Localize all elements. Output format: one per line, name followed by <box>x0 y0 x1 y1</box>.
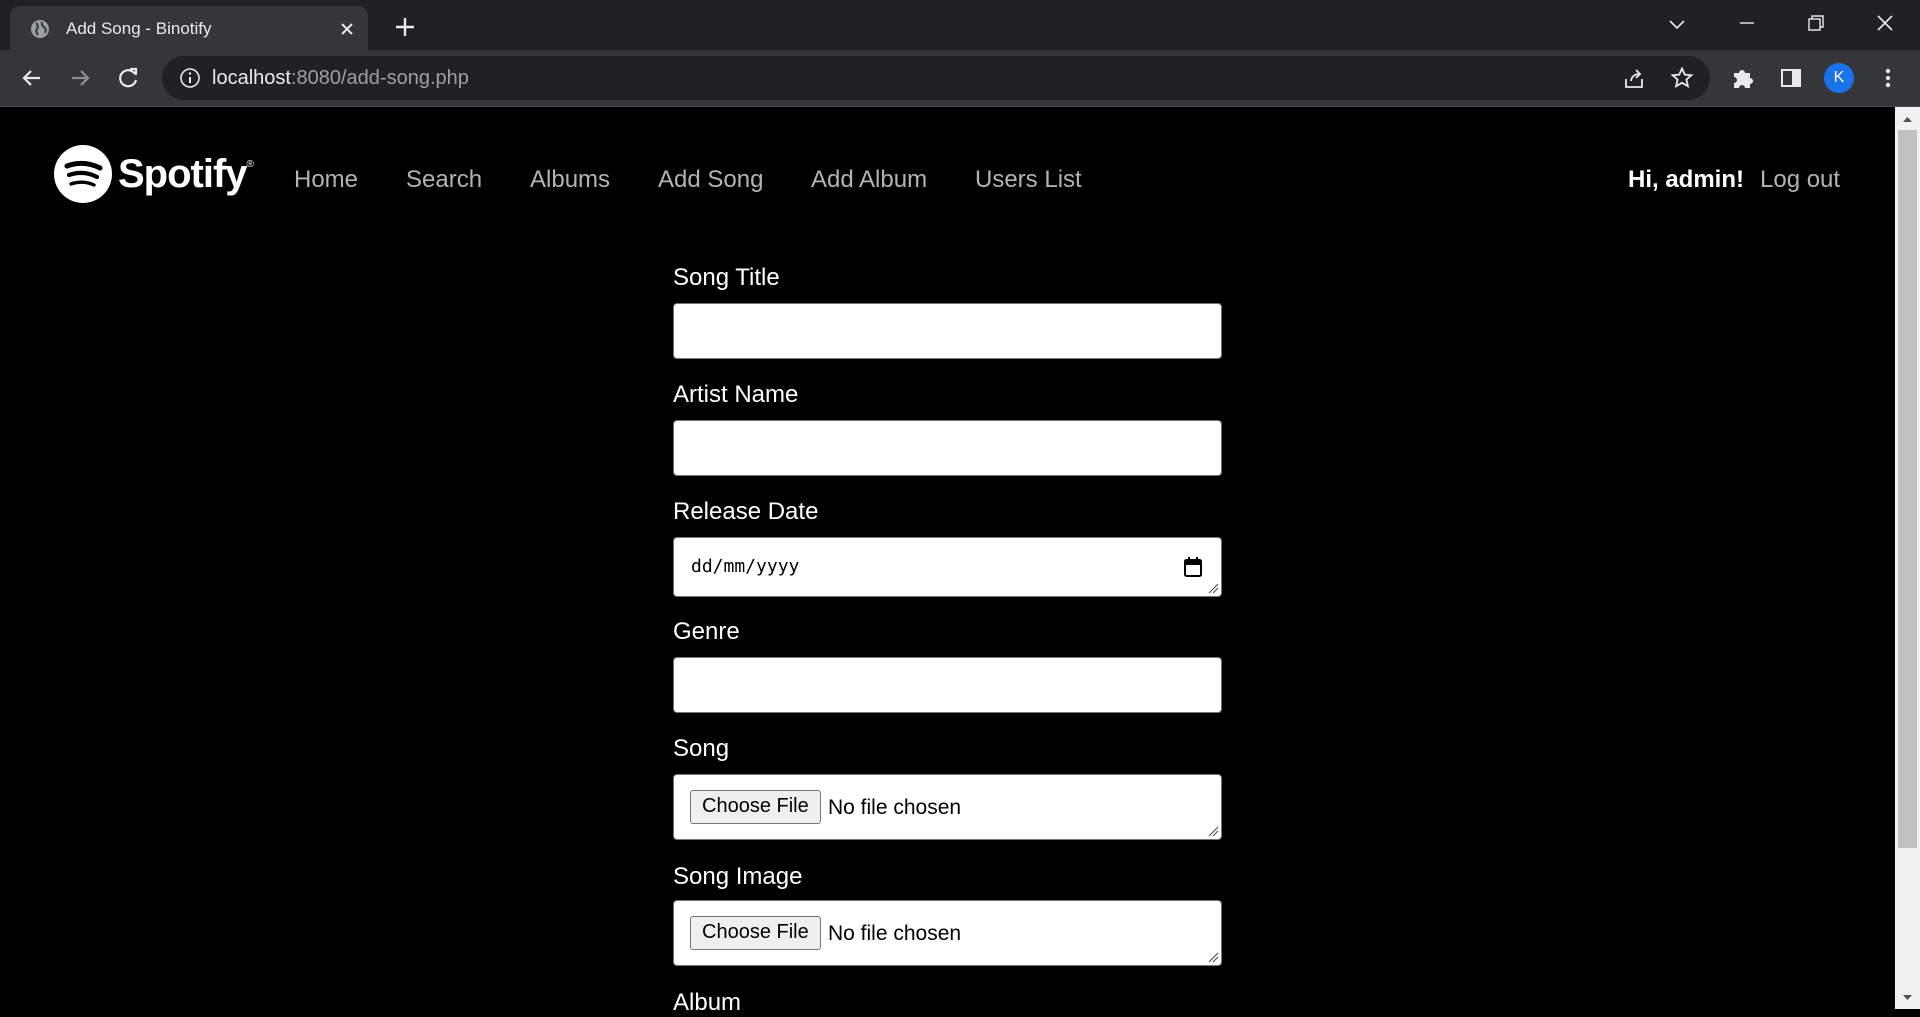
chevron-down-icon[interactable] <box>1660 10 1694 40</box>
logo-text: Spotify <box>118 151 248 196</box>
arrow-left-icon[interactable] <box>18 64 46 92</box>
song-label: Song <box>673 735 730 762</box>
address-bar[interactable]: localhost:8080/add-song.php <box>162 56 1710 100</box>
nav-search[interactable]: Search <box>406 166 482 194</box>
side-panel-icon[interactable] <box>1777 64 1805 92</box>
page-content: Spotify ® Home Search Albums Add Song Ad… <box>0 107 1895 1016</box>
calendar-icon[interactable] <box>1183 556 1203 578</box>
scroll-up-icon[interactable] <box>1900 112 1915 127</box>
globe-icon <box>31 20 49 38</box>
file-status: No file chosen <box>828 922 962 945</box>
nav-home[interactable]: Home <box>294 166 358 194</box>
profile-avatar[interactable]: K <box>1824 63 1854 93</box>
scrollbar-thumb[interactable] <box>1898 130 1917 848</box>
song-title-label: Song Title <box>673 264 780 291</box>
album-label: Album <box>673 989 742 1016</box>
resize-handle-icon[interactable] <box>1207 825 1219 837</box>
artist-name-input[interactable] <box>673 420 1222 476</box>
song-file-input[interactable]: Choose File No file chosen <box>673 774 1222 840</box>
reload-icon[interactable] <box>114 64 142 92</box>
info-icon[interactable] <box>179 67 201 89</box>
spotify-icon <box>54 145 112 203</box>
artist-name-label: Artist Name <box>673 381 799 408</box>
star-icon[interactable] <box>1670 66 1694 90</box>
kebab-menu-icon[interactable] <box>1874 64 1902 92</box>
logo-registered-mark: ® <box>246 159 254 170</box>
nav-add-album[interactable]: Add Album <box>811 166 927 194</box>
user-greeting: Hi, admin! <box>1628 166 1745 193</box>
close-window-icon[interactable] <box>1868 10 1902 40</box>
scroll-down-icon[interactable] <box>1900 990 1915 1005</box>
choose-file-button[interactable]: Choose File <box>690 790 821 824</box>
restore-icon[interactable] <box>1798 10 1832 40</box>
nav-add-song[interactable]: Add Song <box>658 166 763 194</box>
url-text: localhost:8080/add-song.php <box>212 67 469 90</box>
arrow-right-icon[interactable] <box>66 64 94 92</box>
plus-icon[interactable] <box>392 14 418 40</box>
file-status: No file chosen <box>828 796 962 819</box>
spotify-logo[interactable]: Spotify ® <box>54 145 254 203</box>
share-icon[interactable] <box>1622 66 1646 90</box>
browser-tab[interactable]: Add Song - Binotify <box>10 6 368 50</box>
song-image-label: Song Image <box>673 863 803 890</box>
release-date-label: Release Date <box>673 498 819 525</box>
tab-strip: Add Song - Binotify <box>0 0 1920 50</box>
tab-title: Add Song - Binotify <box>66 19 212 38</box>
logout-link[interactable]: Log out <box>1760 166 1840 194</box>
song-image-file-input[interactable]: Choose File No file chosen <box>673 900 1222 966</box>
close-icon[interactable] <box>336 18 358 40</box>
genre-label: Genre <box>673 618 740 645</box>
url-host: localhost <box>212 67 291 89</box>
nav-albums[interactable]: Albums <box>530 166 610 194</box>
puzzle-icon[interactable] <box>1729 64 1757 92</box>
genre-input[interactable] <box>673 657 1222 713</box>
release-date-input[interactable]: dd/mm/yyyy <box>673 537 1222 597</box>
nav-users-list[interactable]: Users List <box>975 166 1082 194</box>
choose-file-button[interactable]: Choose File <box>690 916 821 950</box>
resize-handle-icon[interactable] <box>1207 582 1219 594</box>
browser-toolbar: localhost:8080/add-song.php <box>0 50 1920 107</box>
song-title-input[interactable] <box>673 303 1222 359</box>
date-placeholder: dd/mm/yyyy <box>691 556 800 577</box>
minimize-icon[interactable] <box>1730 10 1764 40</box>
url-path: :8080/add-song.php <box>290 67 469 89</box>
resize-handle-icon[interactable] <box>1207 951 1219 963</box>
